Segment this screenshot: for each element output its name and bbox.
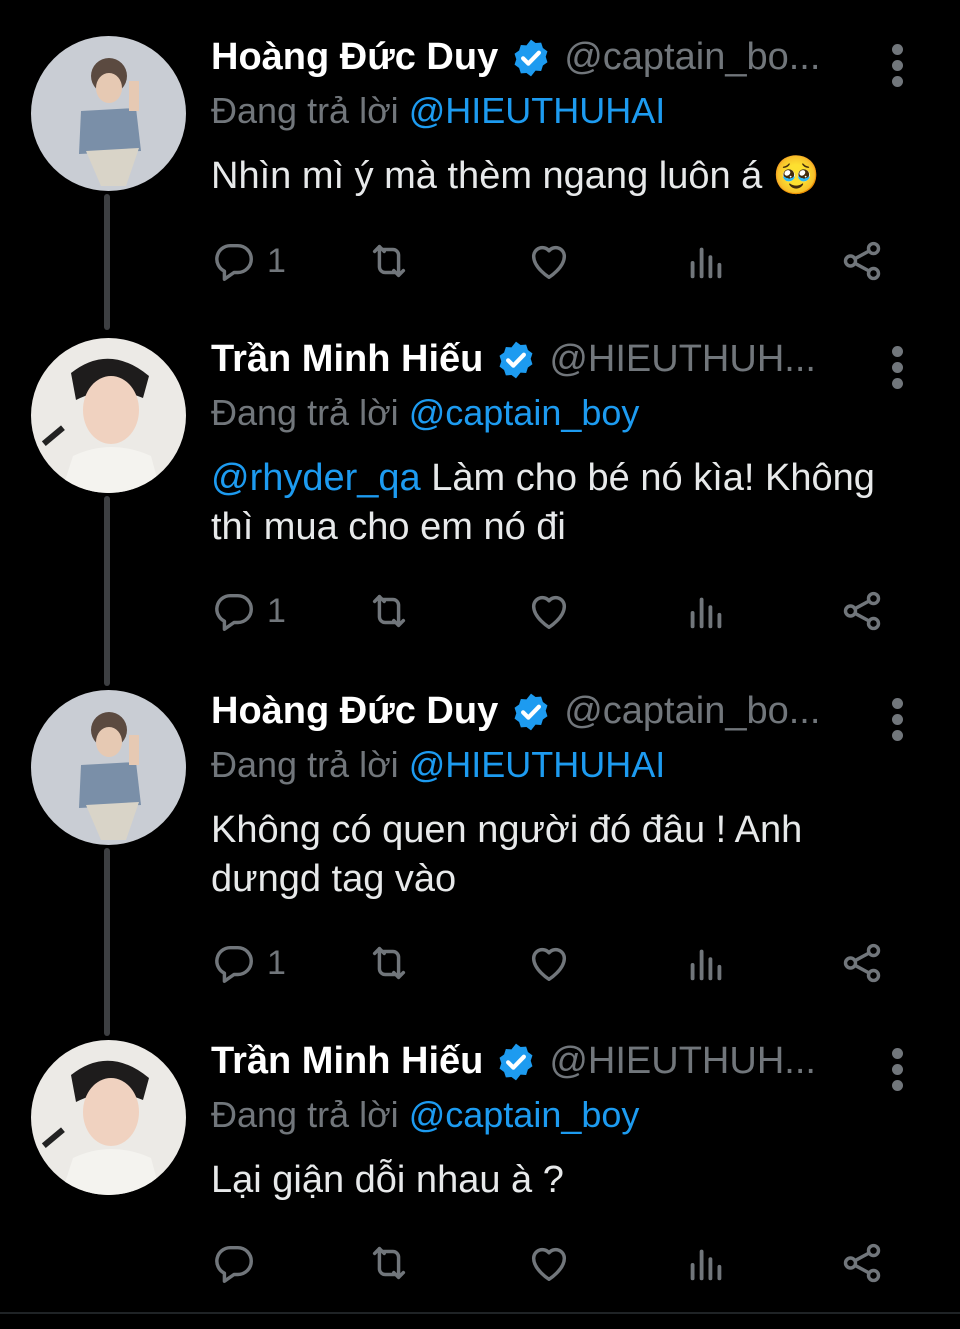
like-icon	[531, 947, 567, 982]
user-handle[interactable]: @HIEUTHUH...	[549, 1040, 816, 1082]
display-name[interactable]: Trần Minh Hiếu	[211, 1040, 483, 1082]
like-icon	[531, 1247, 567, 1282]
more-vertical-icon[interactable]	[883, 44, 911, 104]
tweet-text: @rhyder_qa Làm cho bé nó kìa! Không thì …	[211, 454, 891, 552]
avatar[interactable]	[31, 36, 186, 191]
replying-to: Đang trả lời @HIEUTHUHAI	[211, 744, 665, 786]
replying-to: Đang trả lời @HIEUTHUHAI	[211, 90, 665, 132]
tweet-header: Hoàng Đức Duy @captain_bo...	[211, 36, 911, 92]
replying-to-label: Đang trả lời	[211, 90, 399, 131]
reply-count: 1	[267, 943, 286, 982]
share-icon	[843, 591, 881, 631]
views-icon	[690, 247, 722, 279]
display-name[interactable]: Hoàng Đức Duy	[211, 690, 498, 732]
reply-button[interactable]: 1	[211, 586, 286, 636]
replying-to: Đang trả lời @captain_boy	[211, 392, 639, 434]
replying-to: Đang trả lời @captain_boy	[211, 1094, 639, 1136]
avatar[interactable]	[31, 338, 186, 493]
share-button[interactable]	[839, 938, 885, 988]
share-button[interactable]	[839, 586, 885, 636]
tweet-text-body: Không có quen người đó đâu ! Anh dưngd t…	[211, 809, 803, 900]
replying-to-mention[interactable]: @HIEUTHUHAI	[409, 90, 666, 131]
divider	[0, 1312, 960, 1314]
tweet-actions: 1	[211, 586, 891, 646]
verified-badge-icon	[495, 1041, 537, 1083]
more-vertical-icon[interactable]	[883, 346, 911, 406]
replying-to-mention[interactable]: @captain_boy	[409, 392, 640, 433]
more-vertical-icon[interactable]	[883, 698, 911, 758]
views-icon	[690, 597, 722, 629]
reply-icon	[215, 1245, 253, 1283]
views-button[interactable]	[683, 938, 729, 988]
reply-icon	[215, 593, 253, 631]
share-button[interactable]	[839, 1238, 885, 1288]
like-button[interactable]	[526, 236, 572, 286]
like-button[interactable]	[526, 938, 572, 988]
retweet-icon	[372, 244, 406, 278]
verified-badge-icon	[510, 691, 552, 733]
like-button[interactable]	[526, 1238, 572, 1288]
views-button[interactable]	[683, 236, 729, 286]
share-icon	[843, 241, 881, 281]
tweet-header: Trần Minh Hiếu @HIEUTHUH...	[211, 1040, 911, 1096]
retweet-button[interactable]	[366, 586, 412, 636]
retweet-button[interactable]	[366, 236, 412, 286]
tweet-text: Lại giận dỗi nhau à ?	[211, 1156, 891, 1205]
retweet-button[interactable]	[366, 1238, 412, 1288]
share-icon	[843, 1243, 881, 1283]
display-name[interactable]: Trần Minh Hiếu	[211, 338, 483, 380]
thread-connector-line	[104, 496, 110, 686]
reply-icon	[215, 243, 253, 281]
like-icon	[531, 595, 567, 630]
tweet-text: Nhìn mì ý mà thèm ngang luôn á 🥹	[211, 152, 891, 201]
views-button[interactable]	[683, 586, 729, 636]
user-handle[interactable]: @captain_bo...	[564, 36, 820, 78]
reply-button[interactable]: 1	[211, 236, 286, 286]
share-icon	[843, 943, 881, 983]
views-icon	[690, 1249, 722, 1281]
avatar[interactable]	[31, 1040, 186, 1195]
replying-to-mention[interactable]: @captain_boy	[409, 1094, 640, 1135]
replying-to-mention[interactable]: @HIEUTHUHAI	[409, 744, 666, 785]
user-handle[interactable]: @HIEUTHUH...	[549, 338, 816, 380]
like-button[interactable]	[526, 586, 572, 636]
verified-badge-icon	[510, 37, 552, 79]
tweet-text-body: Lại giận dỗi nhau à ?	[211, 1159, 564, 1201]
like-icon	[531, 245, 567, 280]
tweet-text: Không có quen người đó đâu ! Anh dưngd t…	[211, 806, 871, 904]
replying-to-label: Đang trả lời	[211, 744, 399, 785]
thread-connector-line	[104, 194, 110, 330]
share-button[interactable]	[839, 236, 885, 286]
reply-button[interactable]	[211, 1238, 267, 1288]
replying-to-label: Đang trả lời	[211, 1094, 399, 1135]
tweet-header: Trần Minh Hiếu @HIEUTHUH...	[211, 338, 911, 394]
tweet-actions	[211, 1238, 891, 1298]
avatar[interactable]	[31, 690, 186, 845]
thread-connector-line	[104, 848, 110, 1036]
more-vertical-icon[interactable]	[883, 1048, 911, 1108]
tweet-text-body: Nhìn mì ý mà thèm ngang luôn á 🥹	[211, 155, 821, 197]
reply-count: 1	[267, 591, 286, 630]
reply-count: 1	[267, 241, 286, 280]
user-handle[interactable]: @captain_bo...	[564, 690, 820, 732]
tweet-text-mention[interactable]: @rhyder_qa	[211, 457, 421, 499]
display-name[interactable]: Hoàng Đức Duy	[211, 36, 498, 78]
retweet-icon	[372, 1246, 406, 1280]
verified-badge-icon	[495, 339, 537, 381]
views-icon	[690, 949, 722, 981]
tweet-actions: 1	[211, 938, 891, 998]
retweet-button[interactable]	[366, 938, 412, 988]
tweet-header: Hoàng Đức Duy @captain_bo...	[211, 690, 911, 746]
views-button[interactable]	[683, 1238, 729, 1288]
retweet-icon	[372, 946, 406, 980]
retweet-icon	[372, 594, 406, 628]
tweet-actions: 1	[211, 236, 891, 296]
reply-button[interactable]: 1	[211, 938, 286, 988]
reply-icon	[215, 945, 253, 983]
replying-to-label: Đang trả lời	[211, 392, 399, 433]
